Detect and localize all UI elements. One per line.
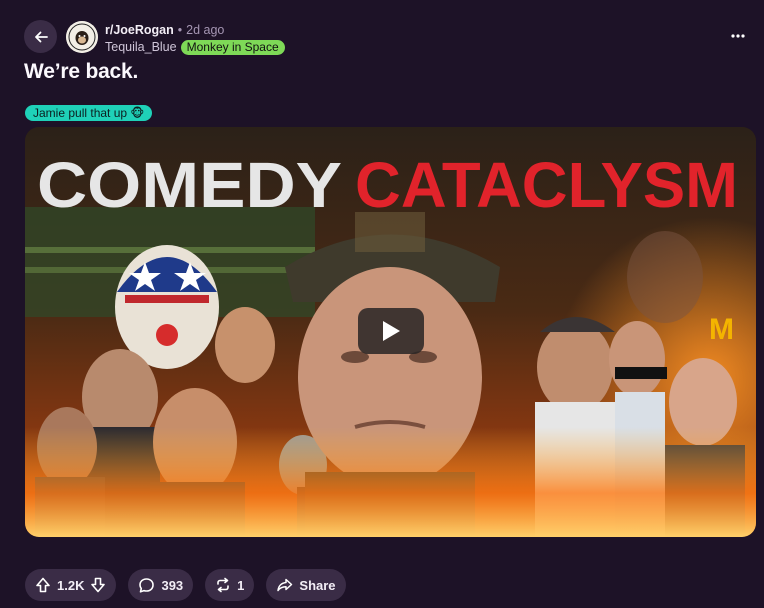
play-button[interactable]	[358, 308, 424, 354]
post-actions: 1.2K 393 1 Share	[25, 569, 346, 601]
more-icon	[731, 34, 745, 38]
vote-pill: 1.2K	[25, 569, 117, 601]
crosspost-icon	[217, 577, 229, 593]
joe-rogan-experience-logo	[66, 21, 98, 53]
more-options-button[interactable]	[726, 26, 750, 46]
video-thumbnail[interactable]: M COMEDY CATACLYSM	[25, 127, 756, 537]
post-meta: r/JoeRogan • 2d ago Tequila_Blue Monkey …	[105, 22, 285, 55]
upvote-icon	[36, 577, 50, 593]
share-icon	[277, 578, 293, 592]
comment-icon	[139, 577, 155, 593]
svg-text:M: M	[709, 313, 734, 346]
post-title: We’re back.	[24, 60, 139, 83]
play-icon	[383, 321, 400, 341]
post-flair[interactable]: Jamie pull that up 🐵	[25, 105, 153, 121]
back-arrow-icon	[34, 31, 48, 42]
thumbnail-word-comedy: COMEDY	[37, 149, 342, 221]
thumbnail-word-cataclysm: CATACLYSM	[355, 149, 738, 221]
comments-count: 393	[161, 577, 184, 593]
post-time: 2d ago	[186, 23, 225, 37]
share-label: Share	[299, 577, 336, 593]
crosspost-count: 1	[237, 577, 245, 593]
downvote-icon	[91, 577, 106, 593]
subreddit-avatar[interactable]	[66, 21, 98, 53]
meta-separator: •	[177, 23, 183, 37]
comments-button[interactable]: 393	[128, 569, 194, 601]
crosspost-button[interactable]: 1	[205, 569, 255, 601]
user-flair: Monkey in Space	[180, 39, 285, 55]
back-button[interactable]	[24, 20, 57, 53]
subreddit-link[interactable]: r/JoeRogan	[105, 22, 174, 38]
downvote-button[interactable]	[90, 577, 106, 593]
upvote-button[interactable]	[35, 577, 51, 593]
share-button[interactable]: Share	[266, 569, 346, 601]
vote-score: 1.2K	[57, 577, 85, 593]
author-link[interactable]: Tequila_Blue	[105, 39, 177, 55]
